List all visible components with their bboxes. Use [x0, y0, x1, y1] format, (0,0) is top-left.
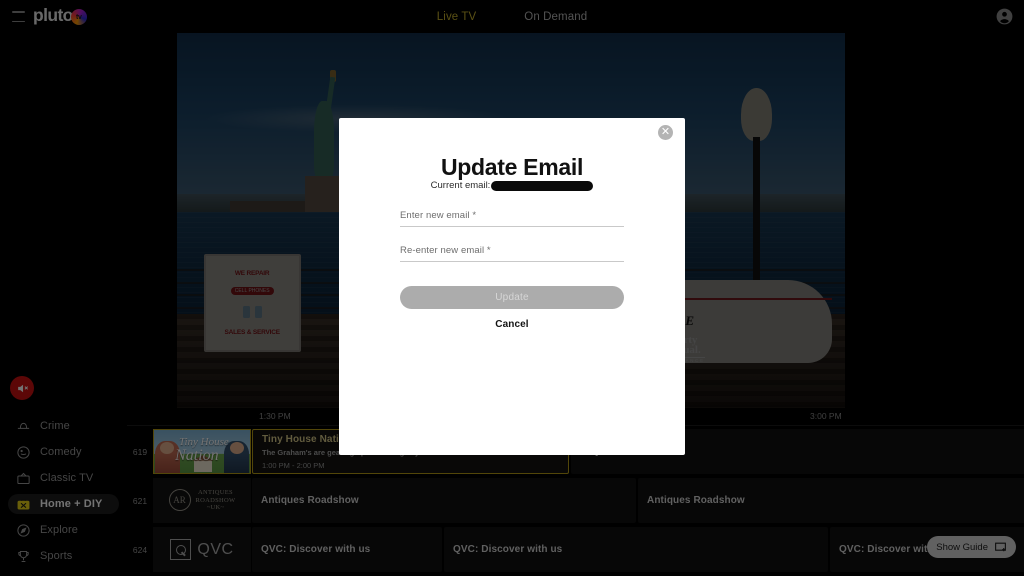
- confirm-email-underline: [400, 261, 624, 262]
- current-email-row: Current email:: [339, 180, 685, 191]
- pluto-tv-app: pluto tv Live TV On Demand Crime: [0, 0, 1024, 576]
- update-button[interactable]: Update: [400, 286, 624, 309]
- update-email-modal: ✕ Update Email Current email: Enter new …: [339, 118, 685, 455]
- close-icon[interactable]: ✕: [658, 125, 673, 140]
- modal-title: Update Email: [440, 154, 584, 180]
- current-email-label: Current email:: [430, 180, 491, 191]
- cancel-button[interactable]: Cancel: [339, 319, 685, 330]
- new-email-field[interactable]: Enter new email *: [400, 210, 624, 227]
- current-email-redacted-value: [491, 180, 594, 191]
- new-email-underline: [400, 226, 624, 227]
- new-email-label: Enter new email *: [400, 210, 477, 221]
- confirm-email-label: Re-enter new email *: [400, 245, 491, 256]
- confirm-email-field[interactable]: Re-enter new email *: [400, 245, 624, 262]
